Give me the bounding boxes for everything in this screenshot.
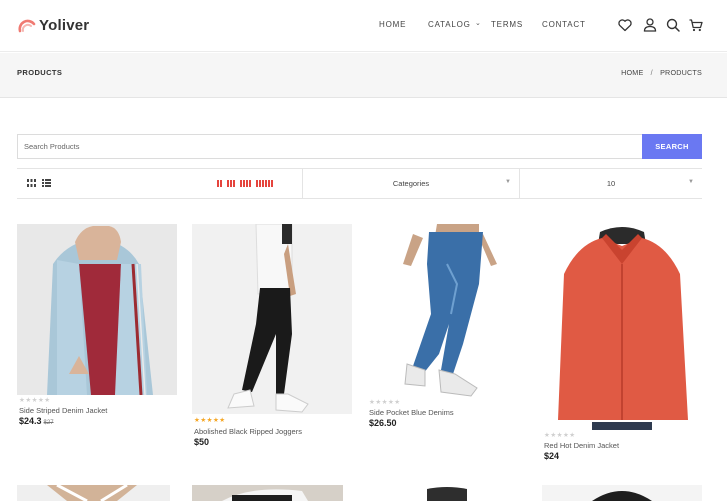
product-price: $24 bbox=[544, 451, 559, 461]
product-toolbar: Categories ▼ 10 ▼ bbox=[17, 168, 702, 199]
product-rating: ★★★★★ bbox=[19, 397, 51, 404]
product-image[interactable] bbox=[542, 485, 702, 501]
search-button[interactable]: SEARCH bbox=[642, 134, 702, 159]
site-header: Yoliver HOME CATALOG TERMS CONTACT ⌄ bbox=[0, 0, 727, 52]
product-image[interactable] bbox=[192, 485, 343, 501]
search-input[interactable] bbox=[17, 134, 643, 159]
caret-down-icon: ▼ bbox=[688, 179, 694, 185]
nav-home[interactable]: HOME bbox=[379, 20, 406, 29]
product-rating: ★★★★★ bbox=[369, 399, 401, 406]
product-current-price: $50 bbox=[194, 437, 210, 447]
user-icon[interactable] bbox=[642, 17, 658, 33]
product-rating: ★★★★★ bbox=[544, 432, 576, 439]
two-columns-icon[interactable] bbox=[217, 180, 222, 187]
nav-contact[interactable]: CONTACT bbox=[542, 20, 586, 29]
search-icon[interactable] bbox=[665, 17, 681, 33]
three-columns-icon[interactable] bbox=[227, 180, 235, 187]
product-card[interactable]: ★★★★★ Side Striped Denim Jacket $24.3 $27 bbox=[17, 224, 177, 429]
product-old-price: $27 bbox=[43, 420, 54, 426]
product-price: $24.3 $27 bbox=[19, 416, 54, 426]
product-image[interactable] bbox=[17, 224, 177, 395]
product-image[interactable] bbox=[542, 224, 702, 430]
product-image[interactable] bbox=[367, 485, 527, 501]
page-title: PRODUCTS bbox=[17, 68, 63, 77]
breadcrumb-current: PRODUCTS bbox=[660, 68, 702, 77]
six-columns-icon[interactable] bbox=[256, 180, 273, 187]
column-layout-switcher bbox=[217, 180, 273, 188]
product-card[interactable]: ★★★★★ Side Pocket Blue Denims $26.50 bbox=[367, 224, 527, 430]
product-rating: ★★★★★ bbox=[194, 417, 226, 424]
product-image[interactable] bbox=[367, 224, 527, 397]
category-select-value: Categories bbox=[392, 179, 430, 188]
product-current-price: $24 bbox=[544, 451, 560, 461]
product-card[interactable]: ★★★★★ Abolished Black Ripped Joggers $50 bbox=[192, 224, 352, 449]
heart-icon[interactable] bbox=[617, 17, 633, 33]
nav-terms[interactable]: TERMS bbox=[491, 20, 523, 29]
product-price: $26.50 bbox=[369, 418, 397, 428]
product-card[interactable]: ★★★★★ Red Hot Denim Jacket $24 bbox=[542, 224, 702, 464]
grid-view-icon[interactable] bbox=[27, 179, 36, 187]
product-image[interactable] bbox=[192, 224, 352, 414]
breadcrumb-band: PRODUCTS HOME / PRODUCTS bbox=[0, 53, 727, 98]
list-view-icon[interactable] bbox=[42, 179, 51, 187]
per-page-select[interactable]: 10 ▼ bbox=[519, 169, 702, 198]
chevron-down-icon[interactable]: ⌄ bbox=[475, 19, 481, 27]
caret-down-icon: ▼ bbox=[505, 179, 511, 185]
product-price: $50 bbox=[194, 437, 209, 447]
breadcrumb-home-link[interactable]: HOME bbox=[621, 68, 643, 77]
nav-catalog[interactable]: CATALOG bbox=[428, 20, 471, 29]
product-image[interactable] bbox=[17, 485, 170, 501]
category-select[interactable]: Categories ▼ bbox=[302, 169, 519, 198]
product-name[interactable]: Side Pocket Blue Denims bbox=[369, 408, 454, 417]
cart-icon[interactable] bbox=[688, 17, 704, 33]
product-name[interactable]: Red Hot Denim Jacket bbox=[544, 441, 619, 450]
four-columns-icon[interactable] bbox=[240, 180, 251, 187]
product-name[interactable]: Side Striped Denim Jacket bbox=[19, 406, 107, 415]
product-current-price: $24.3 bbox=[19, 416, 42, 426]
per-page-select-value: 10 bbox=[606, 179, 616, 188]
breadcrumb-separator: / bbox=[650, 68, 653, 77]
product-current-price: $26.50 bbox=[369, 418, 397, 428]
product-name[interactable]: Abolished Black Ripped Joggers bbox=[194, 427, 302, 436]
breadcrumb: HOME / PRODUCTS bbox=[621, 68, 702, 77]
